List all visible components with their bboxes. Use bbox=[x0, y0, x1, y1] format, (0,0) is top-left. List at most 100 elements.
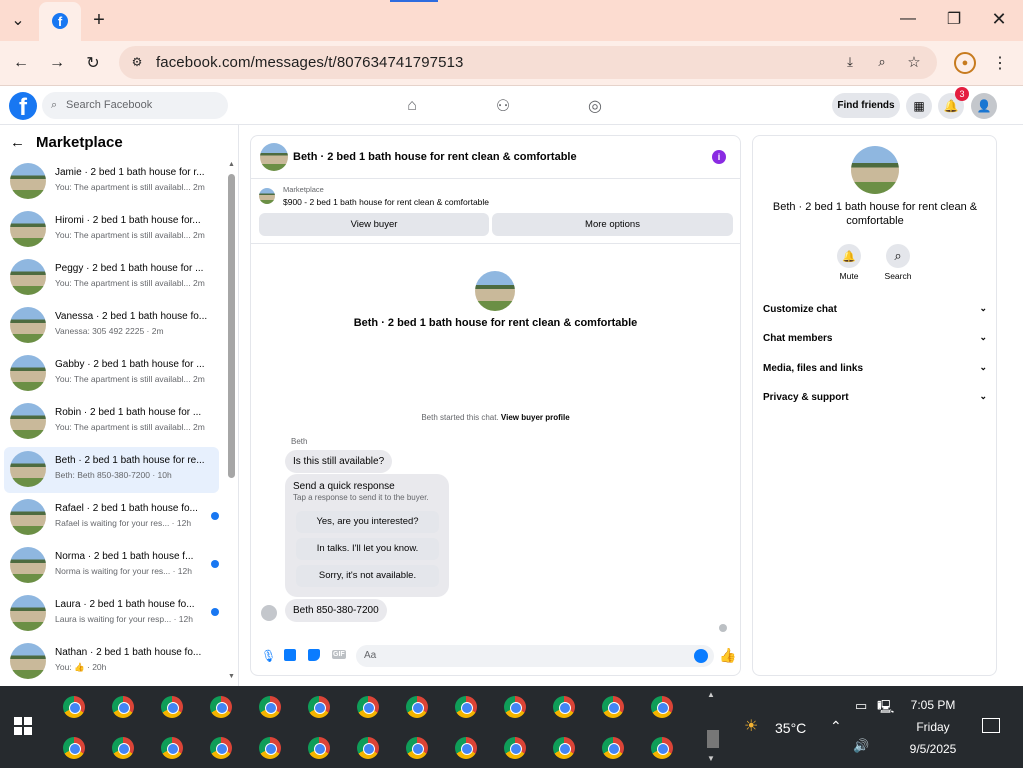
like-thumb-icon[interactable]: 👍 bbox=[719, 647, 736, 664]
chrome-taskbar-icon[interactable] bbox=[112, 696, 134, 718]
quick-response-yes[interactable]: Yes, are you interested? bbox=[296, 511, 439, 533]
info-icon[interactable]: i bbox=[712, 150, 726, 164]
back-button[interactable]: ← bbox=[10, 52, 32, 74]
conversation-item[interactable]: Norma · 2 bed 1 bath house f... Norma is … bbox=[4, 543, 219, 589]
conversation-item[interactable]: Peggy · 2 bed 1 bath house for ... You: T… bbox=[4, 255, 219, 301]
address-bar[interactable]: ⚙ facebook.com/messages/t/80763474179751… bbox=[119, 46, 937, 79]
chrome-menu-icon[interactable]: ⋮ bbox=[990, 52, 1010, 74]
scroll-up-icon[interactable]: ▲ bbox=[228, 161, 235, 168]
clock-day[interactable]: Friday bbox=[900, 720, 966, 734]
chrome-taskbar-icon[interactable] bbox=[308, 696, 330, 718]
chrome-taskbar-icon[interactable] bbox=[357, 696, 379, 718]
new-tab-button[interactable]: + bbox=[88, 9, 110, 31]
show-hidden-icons-icon[interactable]: ⌃ bbox=[830, 718, 842, 735]
chrome-taskbar-icon[interactable] bbox=[504, 696, 526, 718]
gif-icon[interactable]: GIF bbox=[332, 650, 346, 659]
taskbar-scrollbar[interactable] bbox=[707, 730, 719, 748]
tab-search-dropdown-icon[interactable]: ⌄ bbox=[6, 10, 30, 30]
back-arrow-icon[interactable]: ← bbox=[10, 134, 25, 151]
chrome-taskbar-icon[interactable] bbox=[553, 696, 575, 718]
customize-chat-row[interactable]: Customize chat ⌄ bbox=[763, 303, 989, 315]
view-buyer-button[interactable]: View buyer bbox=[259, 213, 489, 236]
taskbar-scroll-up-icon[interactable]: ▲ bbox=[707, 690, 715, 699]
taskbar-scroll-down-icon[interactable]: ▼ bbox=[707, 754, 715, 763]
chrome-taskbar-icon[interactable] bbox=[651, 696, 673, 718]
weather-icon[interactable]: ☀ bbox=[744, 716, 758, 736]
chrome-taskbar-icon[interactable] bbox=[161, 696, 183, 718]
chrome-taskbar-icon[interactable] bbox=[455, 737, 477, 759]
site-info-icon[interactable]: ⚙ bbox=[128, 53, 146, 71]
sidebar-scrollbar[interactable] bbox=[228, 174, 235, 478]
friends-icon[interactable]: ⚇ bbox=[492, 95, 514, 117]
chrome-taskbar-icon[interactable] bbox=[406, 737, 428, 759]
chrome-taskbar-icon[interactable] bbox=[553, 737, 575, 759]
tab-facebook[interactable]: f bbox=[39, 2, 81, 41]
details-search-icon[interactable]: ⌕ bbox=[886, 244, 910, 268]
facebook-logo-icon[interactable]: f bbox=[9, 92, 37, 120]
sticker-icon[interactable] bbox=[308, 649, 320, 661]
conversation-item[interactable]: Jamie · 2 bed 1 bath house for r... You: … bbox=[4, 159, 219, 205]
zoom-icon[interactable]: ⌕ bbox=[872, 52, 892, 72]
conversation-item[interactable]: Robin · 2 bed 1 bath house for ... You: T… bbox=[4, 399, 219, 445]
chrome-taskbar-icon[interactable] bbox=[602, 696, 624, 718]
chrome-taskbar-icon[interactable] bbox=[651, 737, 673, 759]
photo-icon[interactable] bbox=[284, 649, 296, 661]
bookmark-star-icon[interactable]: ☆ bbox=[904, 52, 924, 72]
chrome-taskbar-icon[interactable] bbox=[112, 737, 134, 759]
conversation-item[interactable]: Hiromi · 2 bed 1 bath house for... You: T… bbox=[4, 207, 219, 253]
media-files-links-row[interactable]: Media, files and links ⌄ bbox=[763, 362, 989, 374]
conversation-item[interactable]: Nathan · 2 bed 1 bath house fo... You: 👍 … bbox=[4, 639, 219, 685]
reload-button[interactable]: ↻ bbox=[82, 52, 104, 74]
quick-response-not-available[interactable]: Sorry, it's not available. bbox=[296, 565, 439, 587]
chrome-taskbar-icon[interactable] bbox=[63, 737, 85, 759]
restore-button[interactable]: ❐ bbox=[943, 8, 965, 30]
mute-bell-icon[interactable]: 🔔 bbox=[837, 244, 861, 268]
chat-members-row[interactable]: Chat members ⌄ bbox=[763, 332, 989, 344]
profile-icon[interactable]: ● bbox=[954, 52, 976, 74]
more-options-button[interactable]: More options bbox=[492, 213, 733, 236]
conversation-item[interactable]: Laura · 2 bed 1 bath house fo... Laura is… bbox=[4, 591, 219, 637]
chrome-taskbar-icon[interactable] bbox=[259, 696, 281, 718]
chrome-taskbar-icon[interactable] bbox=[210, 737, 232, 759]
conversation-item[interactable]: Rafael · 2 bed 1 bath house fo... Rafael … bbox=[4, 495, 219, 541]
chrome-taskbar-icon[interactable] bbox=[455, 696, 477, 718]
chrome-taskbar-icon[interactable] bbox=[63, 696, 85, 718]
find-friends-button[interactable]: Find friends bbox=[832, 93, 900, 118]
home-icon[interactable]: ⌂ bbox=[401, 95, 423, 117]
microphone-icon[interactable]: 🎙 bbox=[261, 649, 276, 663]
volume-icon[interactable]: 🔊 bbox=[853, 738, 869, 754]
temperature-text[interactable]: 35°C bbox=[775, 720, 806, 736]
message-input[interactable]: Aa bbox=[356, 645, 714, 667]
network-icon[interactable]: 🖳 bbox=[877, 698, 894, 720]
minimize-button[interactable]: — bbox=[897, 8, 919, 30]
chrome-taskbar-icon[interactable] bbox=[406, 696, 428, 718]
close-window-button[interactable]: ✕ bbox=[988, 8, 1010, 30]
chrome-taskbar-icon[interactable] bbox=[357, 737, 379, 759]
scroll-down-icon[interactable]: ▼ bbox=[228, 673, 235, 680]
chrome-taskbar-icon[interactable] bbox=[161, 737, 183, 759]
meet-now-icon[interactable]: ▭ bbox=[855, 698, 867, 714]
clock-date[interactable]: 9/5/2025 bbox=[900, 742, 966, 756]
account-avatar[interactable]: 👤 bbox=[971, 93, 997, 119]
view-buyer-profile-link[interactable]: View buyer profile bbox=[501, 413, 570, 422]
chrome-taskbar-icon[interactable] bbox=[259, 737, 281, 759]
chrome-taskbar-icon[interactable] bbox=[602, 737, 624, 759]
conversation-item[interactable]: Vanessa · 2 bed 1 bath house fo... Vaness… bbox=[4, 303, 219, 349]
chat-title[interactable]: Beth · 2 bed 1 bath house for rent clean… bbox=[293, 151, 577, 163]
install-app-icon[interactable]: ⤓ bbox=[840, 52, 860, 72]
groups-icon[interactable]: ◎ bbox=[584, 95, 606, 117]
quick-response-in-talks[interactable]: In talks. I'll let you know. bbox=[296, 538, 439, 560]
chat-header-avatar[interactable] bbox=[260, 143, 288, 171]
windows-start-icon[interactable] bbox=[14, 717, 32, 735]
conversation-item[interactable]: Beth · 2 bed 1 bath house for re... Beth:… bbox=[4, 447, 219, 493]
privacy-support-row[interactable]: Privacy & support ⌄ bbox=[763, 391, 989, 403]
forward-button[interactable]: → bbox=[46, 52, 68, 74]
chrome-taskbar-icon[interactable] bbox=[308, 737, 330, 759]
emoji-icon[interactable] bbox=[694, 649, 708, 663]
chrome-taskbar-icon[interactable] bbox=[210, 696, 232, 718]
conversation-item[interactable]: Gabby · 2 bed 1 bath house for ... You: T… bbox=[4, 351, 219, 397]
chrome-taskbar-icon[interactable] bbox=[504, 737, 526, 759]
notification-center-icon[interactable] bbox=[982, 718, 1000, 733]
menu-grid-icon[interactable]: ▦ bbox=[906, 93, 932, 119]
clock-time[interactable]: 7:05 PM bbox=[900, 698, 966, 712]
